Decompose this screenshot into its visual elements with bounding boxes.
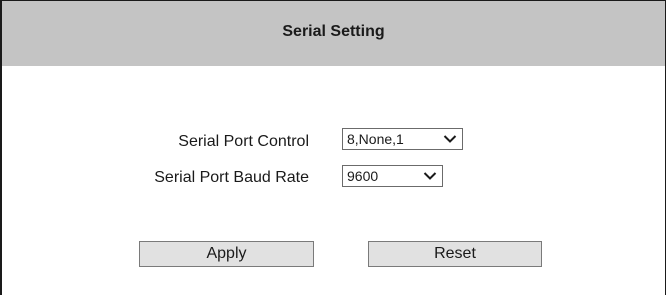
serial-port-baud-rate-value: 9600 xyxy=(347,168,379,184)
chevron-down-icon xyxy=(442,131,458,147)
serial-port-baud-rate-label: Serial Port Baud Rate xyxy=(154,169,309,186)
panel-header: Serial Setting xyxy=(2,1,665,66)
apply-button[interactable]: Apply xyxy=(139,241,314,267)
serial-port-control-select[interactable]: 8,None,1 xyxy=(342,128,463,150)
reset-button[interactable]: Reset xyxy=(368,241,542,267)
serial-setting-panel: Serial Setting Serial Port Control 8,Non… xyxy=(0,0,666,295)
chevron-down-icon xyxy=(422,168,438,184)
page-title: Serial Setting xyxy=(282,22,385,40)
serial-port-control-label: Serial Port Control xyxy=(178,133,309,150)
serial-port-baud-rate-select[interactable]: 9600 xyxy=(342,165,443,187)
serial-port-control-value: 8,None,1 xyxy=(347,131,404,147)
